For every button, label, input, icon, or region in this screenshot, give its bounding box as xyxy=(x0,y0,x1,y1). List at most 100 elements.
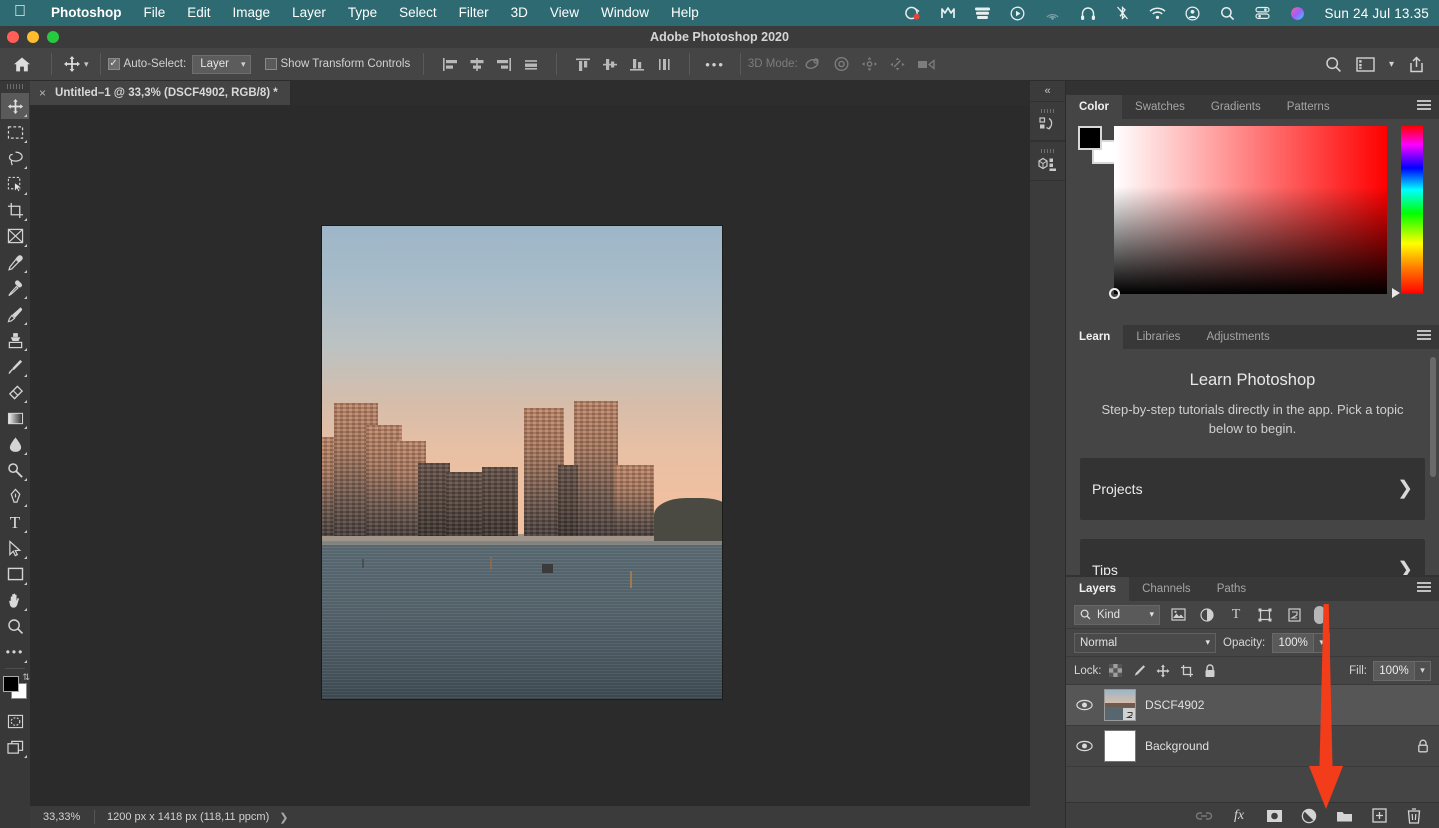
lock-artboard-icon[interactable] xyxy=(1180,664,1194,678)
learn-scrollbar[interactable] xyxy=(1430,357,1436,477)
move-tool[interactable] xyxy=(1,93,29,119)
filter-smart-object-icon[interactable] xyxy=(1283,605,1305,625)
headphones-icon[interactable] xyxy=(1079,5,1096,22)
hand-tool[interactable] xyxy=(1,587,29,613)
eraser-tool[interactable] xyxy=(1,379,29,405)
status-expand-icon[interactable]: ❯ xyxy=(269,811,288,824)
learn-item-projects[interactable]: Projects ❯ xyxy=(1080,458,1425,520)
menu-image[interactable]: Image xyxy=(222,0,282,26)
zoom-tool[interactable] xyxy=(1,613,29,639)
menu-select[interactable]: Select xyxy=(388,0,448,26)
player-icon[interactable] xyxy=(1009,5,1026,22)
filter-pixel-icon[interactable] xyxy=(1167,605,1189,625)
opacity-value[interactable]: 100% xyxy=(1272,633,1314,653)
menu-view[interactable]: View xyxy=(539,0,590,26)
tools-grip[interactable] xyxy=(7,84,23,89)
history-panel-icon[interactable] xyxy=(1030,101,1065,141)
color-panel-swatches[interactable] xyxy=(1078,126,1114,162)
delete-layer-icon[interactable] xyxy=(1405,807,1423,825)
backup-icon[interactable] xyxy=(974,5,991,22)
layer-name[interactable]: Background xyxy=(1145,739,1408,753)
align-top-edges-icon[interactable] xyxy=(570,53,595,75)
menu-window[interactable]: Window xyxy=(590,0,660,26)
search-icon[interactable] xyxy=(1325,56,1342,73)
quick-mask-mode-button[interactable] xyxy=(1,708,29,734)
show-transform-controls-checkbox[interactable] xyxy=(265,58,277,70)
distribute-vertically-icon[interactable] xyxy=(651,53,676,75)
collapse-panels-button[interactable]: « xyxy=(1030,81,1065,101)
menu-edit[interactable]: Edit xyxy=(176,0,221,26)
edit-toolbar-button[interactable]: ••• xyxy=(1,639,29,665)
tab-patterns[interactable]: Patterns xyxy=(1274,95,1343,119)
learn-item-tips[interactable]: Tips ❯ xyxy=(1080,539,1425,575)
chevron-down-icon[interactable]: ▾ xyxy=(1415,661,1431,681)
opacity-control[interactable]: 100% ▾ xyxy=(1272,633,1330,653)
wifi-icon[interactable] xyxy=(1149,5,1166,22)
layer-name[interactable]: DSCF4902 xyxy=(1145,698,1429,712)
pan-3d-icon[interactable] xyxy=(861,56,878,72)
layer-filter-kind-dropdown[interactable]: Kind ▾ xyxy=(1074,605,1160,625)
blur-tool[interactable] xyxy=(1,431,29,457)
auto-select-checkbox[interactable]: ✓ xyxy=(108,58,120,70)
zoom-level[interactable]: 33,33% xyxy=(30,811,94,823)
add-layer-mask-icon[interactable] xyxy=(1265,807,1283,825)
malwarebytes-icon[interactable] xyxy=(939,5,956,22)
siri-icon[interactable] xyxy=(1289,5,1306,22)
screen-mode-button[interactable] xyxy=(1,734,29,760)
filter-shape-icon[interactable] xyxy=(1254,605,1276,625)
object-selection-tool[interactable] xyxy=(1,171,29,197)
layer-visibility-icon[interactable] xyxy=(1073,740,1095,752)
close-icon[interactable]: × xyxy=(39,86,46,100)
panel-menu-icon[interactable] xyxy=(1417,582,1431,594)
panel-menu-icon[interactable] xyxy=(1417,330,1431,342)
apple-logo-icon[interactable]:  xyxy=(14,4,26,20)
tab-gradients[interactable]: Gradients xyxy=(1198,95,1274,119)
close-button[interactable] xyxy=(7,31,19,43)
blend-mode-dropdown[interactable]: Normal ▾ xyxy=(1074,633,1216,653)
distribute-horizontally-icon[interactable] xyxy=(518,53,543,75)
tab-learn[interactable]: Learn xyxy=(1066,325,1123,349)
gradient-tool[interactable] xyxy=(1,405,29,431)
tab-libraries[interactable]: Libraries xyxy=(1123,325,1193,349)
frame-tool[interactable] xyxy=(1,223,29,249)
rectangular-marquee-tool[interactable] xyxy=(1,119,29,145)
menu-layer[interactable]: Layer xyxy=(281,0,337,26)
path-selection-tool[interactable] xyxy=(1,535,29,561)
more-options-button[interactable]: ••• xyxy=(697,57,733,72)
menu-file[interactable]: File xyxy=(133,0,177,26)
menu-bar-clock[interactable]: Sun 24 Jul 13.35 xyxy=(1324,6,1429,21)
menu-filter[interactable]: Filter xyxy=(448,0,500,26)
type-tool[interactable]: T xyxy=(1,509,29,535)
align-vertical-centers-icon[interactable] xyxy=(597,53,622,75)
menu-3d[interactable]: 3D xyxy=(500,0,539,26)
history-brush-tool[interactable] xyxy=(1,353,29,379)
workspace-icon[interactable] xyxy=(1356,57,1375,72)
rectangle-tool[interactable] xyxy=(1,561,29,587)
tab-paths[interactable]: Paths xyxy=(1204,577,1259,601)
document-image[interactable] xyxy=(322,226,722,699)
tab-adjustments[interactable]: Adjustments xyxy=(1193,325,1282,349)
search-icon[interactable] xyxy=(1219,5,1236,22)
auto-select-dropdown[interactable]: Layer ▾ xyxy=(192,55,250,74)
bluetooth-off-icon[interactable] xyxy=(1114,5,1131,22)
lock-all-icon[interactable] xyxy=(1204,664,1216,678)
airplay-icon[interactable] xyxy=(1044,5,1061,22)
layer-thumbnail[interactable] xyxy=(1104,689,1136,721)
clone-stamp-tool[interactable] xyxy=(1,327,29,353)
eyedropper-tool[interactable] xyxy=(1,249,29,275)
minimize-button[interactable] xyxy=(27,31,39,43)
new-layer-icon[interactable] xyxy=(1370,807,1388,825)
foreground-background-colors[interactable]: ⇅ xyxy=(2,676,28,700)
lock-image-pixels-icon[interactable] xyxy=(1132,664,1146,678)
dodge-tool[interactable] xyxy=(1,457,29,483)
link-layers-icon[interactable] xyxy=(1195,807,1213,825)
color-field-picker[interactable] xyxy=(1109,288,1120,299)
layer-style-fx-icon[interactable]: fx xyxy=(1230,807,1248,825)
layer-thumbnail[interactable] xyxy=(1104,730,1136,762)
layer-visibility-icon[interactable] xyxy=(1073,699,1095,711)
align-left-edges-icon[interactable] xyxy=(437,53,462,75)
brush-tool[interactable] xyxy=(1,301,29,327)
new-group-icon[interactable] xyxy=(1335,807,1353,825)
account-icon[interactable] xyxy=(1184,5,1201,22)
chevron-down-icon[interactable]: ▾ xyxy=(1389,59,1394,70)
